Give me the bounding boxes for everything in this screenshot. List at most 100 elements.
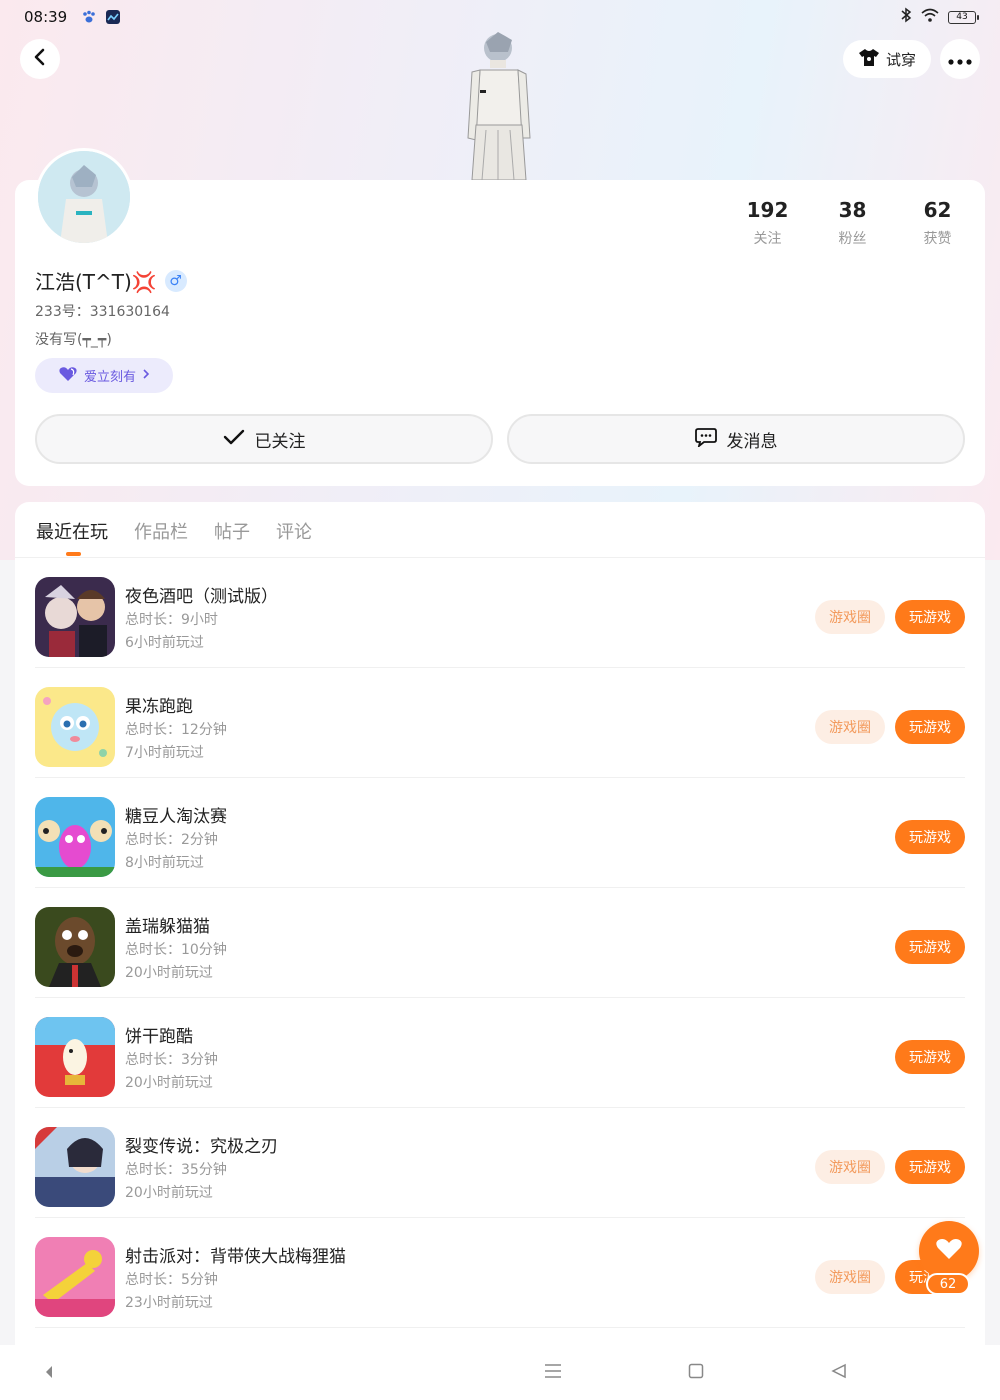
play-game-button[interactable]: 玩游戏	[895, 600, 965, 634]
app-notification-icon	[105, 9, 121, 25]
status-bar: 08:39 43	[0, 0, 1000, 34]
active-tab-indicator	[66, 552, 81, 556]
game-row[interactable]: 盖瑞躲猫猫 总时长：10分钟 20小时前玩过 玩游戏	[35, 888, 965, 998]
send-message-label: 发消息	[726, 431, 778, 452]
game-duration: 总时长：35分钟	[125, 1162, 227, 1178]
game-title: 果冻跑跑	[125, 697, 193, 717]
avatar-3d-figure[interactable]	[460, 30, 540, 181]
game-duration: 总时长：3分钟	[125, 1052, 218, 1068]
game-last-played: 6小时前玩过	[125, 635, 204, 651]
game-last-played: 7小时前玩过	[125, 745, 204, 761]
game-duration: 总时长：5分钟	[125, 1272, 218, 1288]
followed-button[interactable]: 已关注	[35, 414, 493, 464]
stat-following-label: 关注	[753, 231, 782, 247]
recent-games-card: 最近在玩 作品栏 帖子 评论 夜色酒吧（测试版） 总时长：9小时 6小时前玩过 …	[15, 502, 985, 1352]
game-row[interactable]: 夜色酒吧（测试版） 总时长：9小时 6小时前玩过 游戏圈 玩游戏	[35, 558, 965, 668]
like-fab-button[interactable]	[919, 1221, 979, 1281]
system-nav-bar	[0, 1345, 1000, 1400]
game-title: 夜色酒吧（测试版）	[125, 587, 278, 607]
more-button[interactable]	[940, 39, 980, 79]
status-time: 08:39	[24, 8, 68, 26]
bluetooth-icon	[900, 7, 912, 27]
game-title: 饼干跑酷	[125, 1027, 193, 1047]
tab-comments[interactable]: 评论	[276, 518, 312, 544]
game-row[interactable]: 饼干跑酷 总时长：3分钟 20小时前玩过 玩游戏	[35, 998, 965, 1108]
game-icon-shooting-party	[35, 1237, 115, 1317]
stat-likes[interactable]: 62 获赞	[895, 198, 980, 248]
back-button[interactable]	[20, 39, 60, 79]
play-game-button[interactable]: 玩游戏	[895, 710, 965, 744]
game-last-played: 20小时前玩过	[125, 1185, 213, 1201]
nav-home-icon[interactable]	[688, 1363, 704, 1384]
game-duration: 总时长：9小时	[125, 612, 218, 628]
stat-likes-label: 获赞	[923, 231, 952, 247]
stat-followers-label: 粉丝	[838, 231, 867, 247]
row-divider	[35, 1327, 965, 1328]
user-id: 233号：331630164	[35, 304, 170, 320]
game-duration: 总时长：12分钟	[125, 722, 227, 738]
game-duration: 总时长：2分钟	[125, 832, 218, 848]
content-tabs: 最近在玩 作品栏 帖子 评论	[36, 518, 312, 544]
game-icon-jelly-run	[35, 687, 115, 767]
chat-bubble-icon	[694, 427, 717, 452]
game-circle-button[interactable]: 游戏圈	[815, 1150, 885, 1184]
game-title: 射击派对：背带侠大战梅狸猫	[125, 1247, 346, 1267]
tab-recently-played[interactable]: 最近在玩	[36, 518, 108, 544]
stat-likes-count: 62	[923, 198, 952, 222]
game-row[interactable]: 射击派对：背带侠大战梅狸猫 总时长：5分钟 23小时前玩过 游戏圈 玩游戏	[35, 1218, 965, 1328]
user-name: 江浩(T^T)💢	[35, 270, 157, 294]
stat-following-count: 192	[746, 198, 789, 222]
game-icon-garry-hide	[35, 907, 115, 987]
send-message-button[interactable]: 发消息	[507, 414, 965, 464]
male-gender-icon: ♂	[164, 269, 187, 292]
heart-badge-icon	[58, 366, 78, 386]
game-last-played: 20小时前玩过	[125, 1075, 213, 1091]
game-row[interactable]: 糖豆人淘汰赛 总时长：2分钟 8小时前玩过 玩游戏	[35, 778, 965, 888]
check-icon	[223, 429, 245, 450]
name-row: 江浩(T^T)💢 ♂	[35, 266, 187, 295]
tab-works[interactable]: 作品栏	[134, 518, 188, 544]
game-title: 盖瑞躲猫猫	[125, 917, 210, 937]
nav-back-icon[interactable]	[831, 1363, 847, 1384]
chevron-right-icon	[142, 368, 150, 384]
try-on-button[interactable]: 试穿	[843, 40, 931, 78]
stat-followers-count: 38	[838, 198, 867, 222]
game-icon-fall-guys	[35, 797, 115, 877]
user-bio: 没有写(┯_┯)	[35, 332, 112, 348]
nav-back-small-icon[interactable]	[44, 1363, 54, 1384]
game-circle-button[interactable]: 游戏圈	[815, 1260, 885, 1294]
tab-posts[interactable]: 帖子	[214, 518, 250, 544]
stat-followers[interactable]: 38 粉丝	[810, 198, 895, 248]
play-game-button[interactable]: 玩游戏	[895, 820, 965, 854]
play-game-button[interactable]: 玩游戏	[895, 1150, 965, 1184]
paw-notification-icon	[81, 9, 97, 25]
play-game-button[interactable]: 玩游戏	[895, 1040, 965, 1074]
game-icon-cookie-run	[35, 1017, 115, 1097]
game-duration: 总时长：10分钟	[125, 942, 227, 958]
nav-menu-icon[interactable]	[544, 1363, 562, 1384]
game-last-played: 8小时前玩过	[125, 855, 204, 871]
badge-pill[interactable]: 爱立刻有	[35, 358, 173, 393]
game-last-played: 23小时前玩过	[125, 1295, 213, 1311]
badge-label: 爱立刻有	[83, 370, 136, 385]
tshirt-icon	[858, 47, 880, 71]
like-count-badge: 62	[926, 1273, 970, 1295]
game-circle-button[interactable]: 游戏圈	[815, 600, 885, 634]
game-last-played: 20小时前玩过	[125, 965, 213, 981]
game-icon-fission-legend	[35, 1127, 115, 1207]
chevron-left-icon	[33, 48, 47, 70]
stat-following[interactable]: 192 关注	[725, 198, 810, 248]
battery-icon: 43	[948, 10, 979, 24]
avatar[interactable]	[35, 148, 133, 246]
profile-stats: 192 关注 38 粉丝 62 获赞	[725, 198, 980, 248]
game-title: 糖豆人淘汰赛	[125, 807, 227, 827]
wifi-icon	[920, 7, 940, 27]
play-game-button[interactable]: 玩游戏	[895, 930, 965, 964]
game-icon-night-bar	[35, 577, 115, 657]
game-title: 裂变传说：究极之刃	[125, 1137, 278, 1157]
followed-label: 已关注	[254, 431, 306, 452]
heart-icon	[935, 1237, 963, 1265]
game-circle-button[interactable]: 游戏圈	[815, 710, 885, 744]
game-row[interactable]: 果冻跑跑 总时长：12分钟 7小时前玩过 游戏圈 玩游戏	[35, 668, 965, 778]
game-row[interactable]: 裂变传说：究极之刃 总时长：35分钟 20小时前玩过 游戏圈 玩游戏	[35, 1108, 965, 1218]
